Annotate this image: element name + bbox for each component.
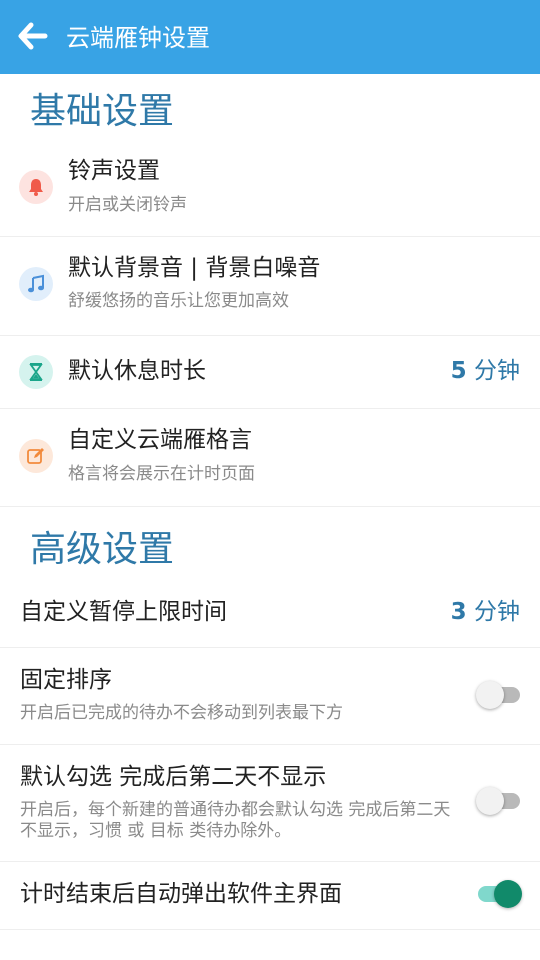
custom-motto-row[interactable]: 自定义云端雁格言 格言将会展示在计时页面 — [0, 409, 540, 507]
ringtone-setting-row[interactable]: 铃声设置 开启或关闭铃声 — [0, 140, 540, 237]
toggle-thumb — [494, 880, 522, 908]
section-title-basic: 基础设置 — [30, 91, 175, 132]
app-bar: 云端雁钟设置 — [0, 0, 540, 74]
pause-limit-row[interactable]: 自定义暂停上限时间 3 分钟 — [0, 578, 540, 648]
rest-duration-value[interactable]: 5 分钟 — [451, 356, 520, 386]
hourglass-icon — [19, 355, 53, 389]
row-title: 默认背景音 | 背景白噪音 — [68, 255, 321, 281]
row-title: 默认休息时长 — [68, 358, 206, 384]
pause-limit-value[interactable]: 3 分钟 — [451, 597, 520, 627]
row-title: 铃声设置 — [68, 158, 160, 184]
value-unit: 分钟 — [466, 358, 520, 384]
edit-icon — [19, 439, 53, 473]
background-music-row[interactable]: 默认背景音 | 背景白噪音 舒缓悠扬的音乐让您更加高效 — [0, 237, 540, 336]
toggle-thumb — [476, 681, 504, 709]
auto-popup-row[interactable]: 计时结束后自动弹出软件主界面 — [0, 862, 540, 930]
row-title: 默认勾选 完成后第二天不显示 — [20, 764, 327, 790]
default-check-row[interactable]: 默认勾选 完成后第二天不显示 开启后，每个新建的普通待办都会默认勾选 完成后第二… — [0, 745, 540, 862]
value-unit: 分钟 — [466, 599, 520, 625]
bell-icon — [19, 170, 53, 204]
fixed-sort-toggle[interactable] — [476, 679, 522, 709]
rest-duration-row[interactable]: 默认休息时长 5 分钟 — [0, 336, 540, 409]
row-subtitle: 格言将会展示在计时页面 — [68, 464, 255, 484]
music-note-icon — [19, 267, 53, 301]
row-title: 自定义暂停上限时间 — [20, 599, 227, 625]
arrow-left-icon[interactable] — [18, 21, 48, 51]
row-subtitle: 开启或关闭铃声 — [68, 195, 187, 215]
row-title: 自定义云端雁格言 — [68, 427, 252, 453]
default-check-toggle[interactable] — [476, 785, 522, 815]
section-title-advanced: 高级设置 — [30, 529, 175, 570]
toggle-thumb — [476, 787, 504, 815]
row-title: 固定排序 — [20, 667, 112, 693]
row-subtitle: 开启后已完成的待办不会移动到列表最下方 — [20, 703, 343, 723]
row-subtitle: 开启后，每个新建的普通待办都会默认勾选 完成后第二天不显示，习惯 或 目标 类待… — [20, 800, 451, 841]
row-subtitle: 舒缓悠扬的音乐让您更加高效 — [68, 291, 289, 311]
auto-popup-toggle[interactable] — [476, 878, 522, 908]
value-number: 5 — [450, 358, 467, 384]
row-title: 计时结束后自动弹出软件主界面 — [20, 881, 342, 907]
fixed-sort-row[interactable]: 固定排序 开启后已完成的待办不会移动到列表最下方 — [0, 648, 540, 745]
page-title: 云端雁钟设置 — [66, 24, 210, 52]
value-number: 3 — [450, 599, 467, 625]
